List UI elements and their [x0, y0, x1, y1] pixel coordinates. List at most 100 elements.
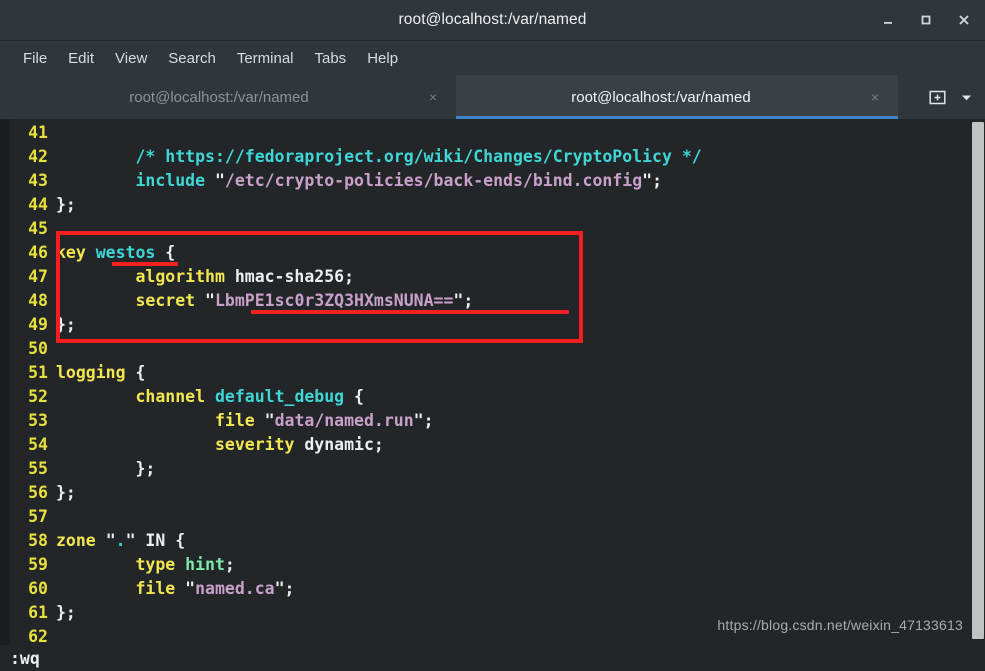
code-text: };	[56, 193, 970, 217]
line-number: 46	[28, 243, 48, 262]
scrollbar-thumb[interactable]	[972, 122, 984, 639]
code-text: zone "." IN {	[56, 529, 970, 553]
code-text: severity dynamic;	[56, 433, 970, 457]
code-token: };	[56, 603, 76, 622]
code-token: "	[214, 171, 225, 190]
line-number: 57	[28, 507, 48, 526]
tab-1[interactable]: root@localhost:/var/named ×	[14, 75, 456, 119]
code-token: "	[642, 171, 653, 190]
code-token: logging	[56, 363, 126, 382]
chevron-down-icon[interactable]	[960, 91, 973, 104]
code-text: file "data/named.run";	[56, 409, 970, 433]
tab-bar-actions	[915, 75, 985, 119]
line-number: 48	[28, 291, 48, 310]
code-token: key	[56, 243, 86, 262]
code-line: 47 algorithm hmac-sha256;	[10, 265, 970, 289]
watermark-text: https://blog.csdn.net/weixin_47133613	[717, 617, 963, 633]
code-token: hint	[185, 555, 225, 574]
minimize-button[interactable]	[878, 10, 898, 30]
code-token: ;	[224, 555, 235, 574]
code-token: zone	[56, 531, 96, 550]
title-bar: root@localhost:/var/named	[0, 0, 985, 41]
code-token: named.ca	[195, 579, 275, 598]
code-line: 42 /* https://fedoraproject.org/wiki/Cha…	[10, 145, 970, 169]
code-text: file "named.ca";	[56, 577, 970, 601]
code-line: 41	[10, 121, 970, 145]
line-number: 51	[28, 363, 48, 382]
terminal-content-area[interactable]: 41 42 /* https://fedoraproject.org/wiki/C…	[0, 119, 985, 645]
line-number: 60	[28, 579, 48, 598]
vim-editor-buffer[interactable]: 41 42 /* https://fedoraproject.org/wiki/C…	[10, 119, 970, 645]
menu-item-help[interactable]: Help	[358, 46, 407, 71]
maximize-button[interactable]	[916, 10, 936, 30]
code-text: };	[56, 481, 970, 505]
close-button[interactable]	[954, 10, 974, 30]
menu-item-view[interactable]: View	[106, 46, 156, 71]
code-line: 57	[10, 505, 970, 529]
line-number: 43	[28, 171, 48, 190]
line-number: 52	[28, 387, 48, 406]
code-token: algorithm	[135, 267, 225, 286]
code-token: include	[135, 171, 206, 190]
code-token: {	[155, 243, 176, 262]
menu-item-search[interactable]: Search	[159, 46, 225, 71]
code-token: ;	[652, 171, 663, 190]
line-number: 53	[28, 411, 48, 430]
code-line: 50	[10, 337, 970, 361]
line-number: 58	[28, 531, 48, 550]
menu-item-file[interactable]: File	[14, 46, 56, 71]
terminal-window: root@localhost:/var/named File Edit View…	[0, 0, 985, 671]
code-token: "	[105, 531, 116, 550]
code-token: /etc/crypto-policies/back-ends/bind.conf…	[224, 171, 643, 190]
menu-item-tabs[interactable]: Tabs	[306, 46, 356, 71]
menu-item-terminal[interactable]: Terminal	[228, 46, 303, 71]
code-token: "	[274, 579, 285, 598]
code-token: IN {	[135, 531, 186, 550]
code-token: };	[56, 483, 76, 502]
code-line: 53 file "data/named.run";	[10, 409, 970, 433]
code-text: /* https://fedoraproject.org/wiki/Change…	[56, 145, 970, 169]
code-token: LbmPE1sc0r3ZQ3HXmsNUNA==	[214, 291, 454, 310]
line-number: 54	[28, 435, 48, 454]
line-number: 56	[28, 483, 48, 502]
vertical-scrollbar[interactable]	[970, 119, 985, 645]
tab-2[interactable]: root@localhost:/var/named ×	[456, 75, 898, 119]
code-text: };	[56, 457, 970, 481]
code-line: 51 logging {	[10, 361, 970, 385]
code-line: 60 file "named.ca";	[10, 577, 970, 601]
code-token: "	[453, 291, 464, 310]
code-line: 49};	[10, 313, 970, 337]
code-text: };	[56, 313, 970, 337]
code-token: };	[56, 459, 156, 478]
code-token: data/named.run	[274, 411, 414, 430]
code-line: 43 include "/etc/crypto-policies/back-en…	[10, 169, 970, 193]
line-number: 44	[28, 195, 48, 214]
tab-1-close-icon[interactable]: ×	[424, 88, 442, 106]
tab-2-close-icon[interactable]: ×	[866, 88, 884, 106]
line-number: 59	[28, 555, 48, 574]
new-tab-icon[interactable]	[929, 89, 946, 106]
menu-item-edit[interactable]: Edit	[59, 46, 103, 71]
code-token: secret	[135, 291, 196, 310]
code-line: 44};	[10, 193, 970, 217]
code-token: };	[56, 315, 76, 334]
code-text: secret "LbmPE1sc0r3ZQ3HXmsNUNA==";	[56, 289, 970, 313]
window-controls	[878, 10, 985, 30]
code-token: ;	[284, 579, 295, 598]
code-line: 54 severity dynamic;	[10, 433, 970, 457]
code-line: 55 };	[10, 457, 970, 481]
code-token: type	[135, 555, 176, 574]
code-token: severity	[214, 435, 295, 454]
code-text: include "/etc/crypto-policies/back-ends/…	[56, 169, 970, 193]
code-token: "	[185, 579, 196, 598]
